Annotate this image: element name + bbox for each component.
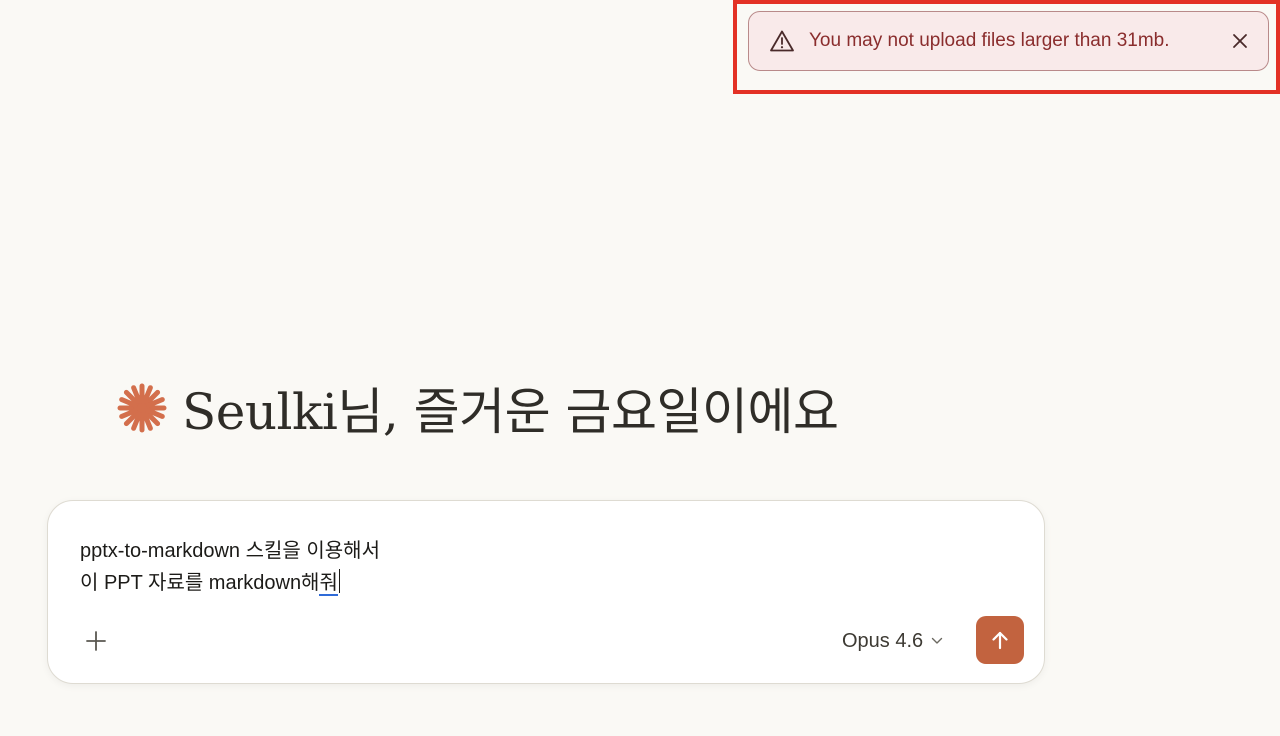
send-button[interactable]	[976, 616, 1024, 664]
composer-line-2: 이 PPT 자료를 markdown해줘	[80, 567, 380, 599]
warning-triangle-icon	[769, 28, 795, 54]
add-attachment-button[interactable]	[78, 623, 114, 659]
plus-icon	[86, 631, 106, 651]
composer-line-2-text: 이 PPT 자료를 markdown해	[80, 572, 320, 594]
model-label: Opus 4.6	[842, 629, 924, 652]
model-selector[interactable]: Opus 4.6	[842, 623, 943, 659]
composer-line-1: pptx-to-markdown 스킬을 이용해서	[80, 540, 380, 562]
message-composer[interactable]: pptx-to-markdown 스킬을 이용해서 이 PPT 자료를 mark…	[47, 500, 1045, 684]
error-toast: You may not upload files larger than 31m…	[748, 11, 1269, 71]
close-icon[interactable]	[1226, 27, 1254, 55]
greeting: Seulki님, 즐거운 금요일이에요	[116, 372, 839, 444]
toast-message: You may not upload files larger than 31m…	[809, 30, 1170, 51]
text-caret	[338, 569, 341, 593]
ime-composing-text: 줘	[319, 572, 338, 596]
composer-input[interactable]: pptx-to-markdown 스킬을 이용해서 이 PPT 자료를 mark…	[80, 535, 380, 599]
chevron-down-icon	[931, 637, 943, 645]
greeting-title: Seulki님, 즐거운 금요일이에요	[182, 383, 839, 441]
sparkle-asterisk-icon	[117, 383, 167, 433]
arrow-up-icon	[992, 631, 1008, 650]
